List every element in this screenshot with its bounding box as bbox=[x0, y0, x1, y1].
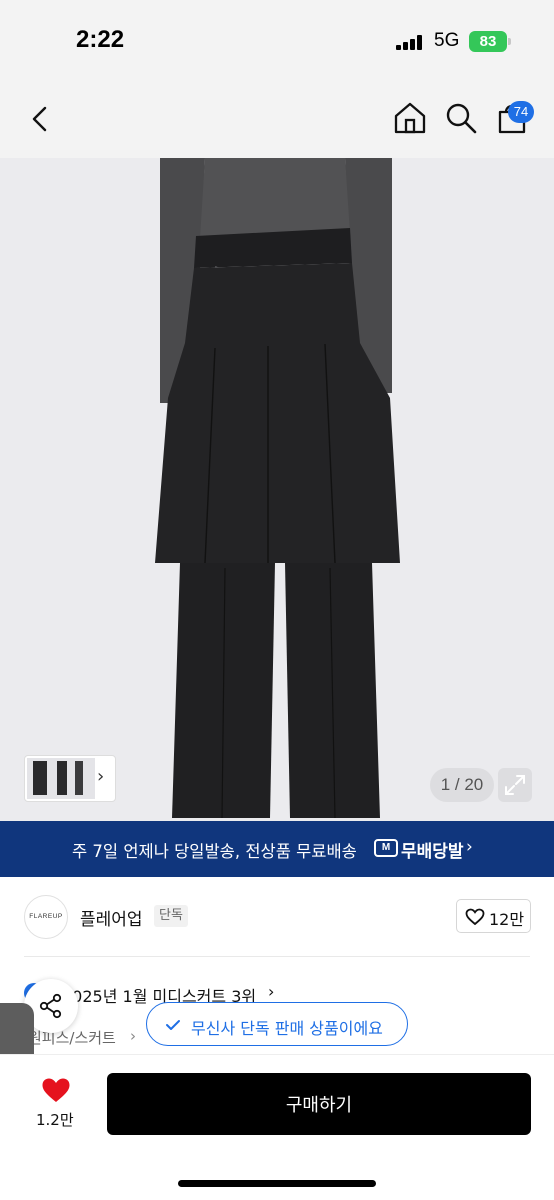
brand-like-button[interactable]: 12만 bbox=[456, 899, 531, 933]
banner-logo-text: 무배당발 bbox=[401, 842, 464, 862]
nav-bar bbox=[0, 80, 554, 158]
banner-text: 주 7일 언제나 당일발송, 전상품 무료배송 bbox=[72, 842, 357, 861]
brand-logo[interactable]: FLAREUP bbox=[24, 895, 68, 939]
banner-logo-icon: M bbox=[374, 839, 398, 857]
chevron-right-icon[interactable]: › bbox=[268, 982, 274, 1001]
back-icon[interactable] bbox=[24, 102, 58, 136]
check-icon bbox=[166, 1020, 180, 1030]
shipping-banner[interactable]: 주 7일 언제나 당일발송, 전상품 무료배송 M 무배당발 › bbox=[0, 821, 554, 877]
product-image[interactable] bbox=[0, 158, 554, 821]
product-photo bbox=[0, 158, 554, 821]
heart-outline-icon bbox=[465, 908, 485, 926]
buy-button[interactable]: 구매하기 bbox=[107, 1073, 531, 1135]
cart-count-badge: 74 bbox=[508, 101, 534, 123]
chevron-right-icon: › bbox=[466, 837, 473, 857]
status-bar: 2:22 5G 83 bbox=[0, 0, 554, 80]
network-label: 5G bbox=[434, 30, 460, 51]
signal-icon bbox=[396, 34, 426, 50]
status-time: 2:22 bbox=[76, 26, 125, 53]
toast-text: 무신사 단독 판매 상품이에요 bbox=[191, 1019, 383, 1038]
battery-icon: 83 bbox=[469, 31, 507, 52]
exclusive-tag: 단독 bbox=[154, 905, 188, 927]
page-indicator: 1 / 20 bbox=[430, 768, 494, 802]
battery-tip bbox=[508, 38, 511, 45]
share-icon bbox=[39, 993, 62, 1019]
chevron-right-icon: › bbox=[130, 1027, 136, 1045]
search-icon[interactable] bbox=[443, 100, 479, 136]
thumbnail-image[interactable] bbox=[27, 758, 95, 799]
like-total: 1.2만 bbox=[36, 1111, 74, 1129]
expand-icon bbox=[505, 775, 525, 795]
chevron-right-icon[interactable]: › bbox=[97, 766, 104, 787]
brand-like-count: 12만 bbox=[489, 910, 525, 929]
home-indicator bbox=[178, 1180, 376, 1187]
expand-button[interactable] bbox=[498, 768, 532, 802]
heart-filled-icon[interactable] bbox=[40, 1076, 72, 1104]
divider bbox=[24, 956, 530, 957]
home-icon[interactable] bbox=[392, 100, 428, 136]
exclusive-toast: 무신사 단독 판매 상품이에요 bbox=[146, 1002, 408, 1046]
brand-name[interactable]: 플레어업 bbox=[80, 905, 143, 930]
